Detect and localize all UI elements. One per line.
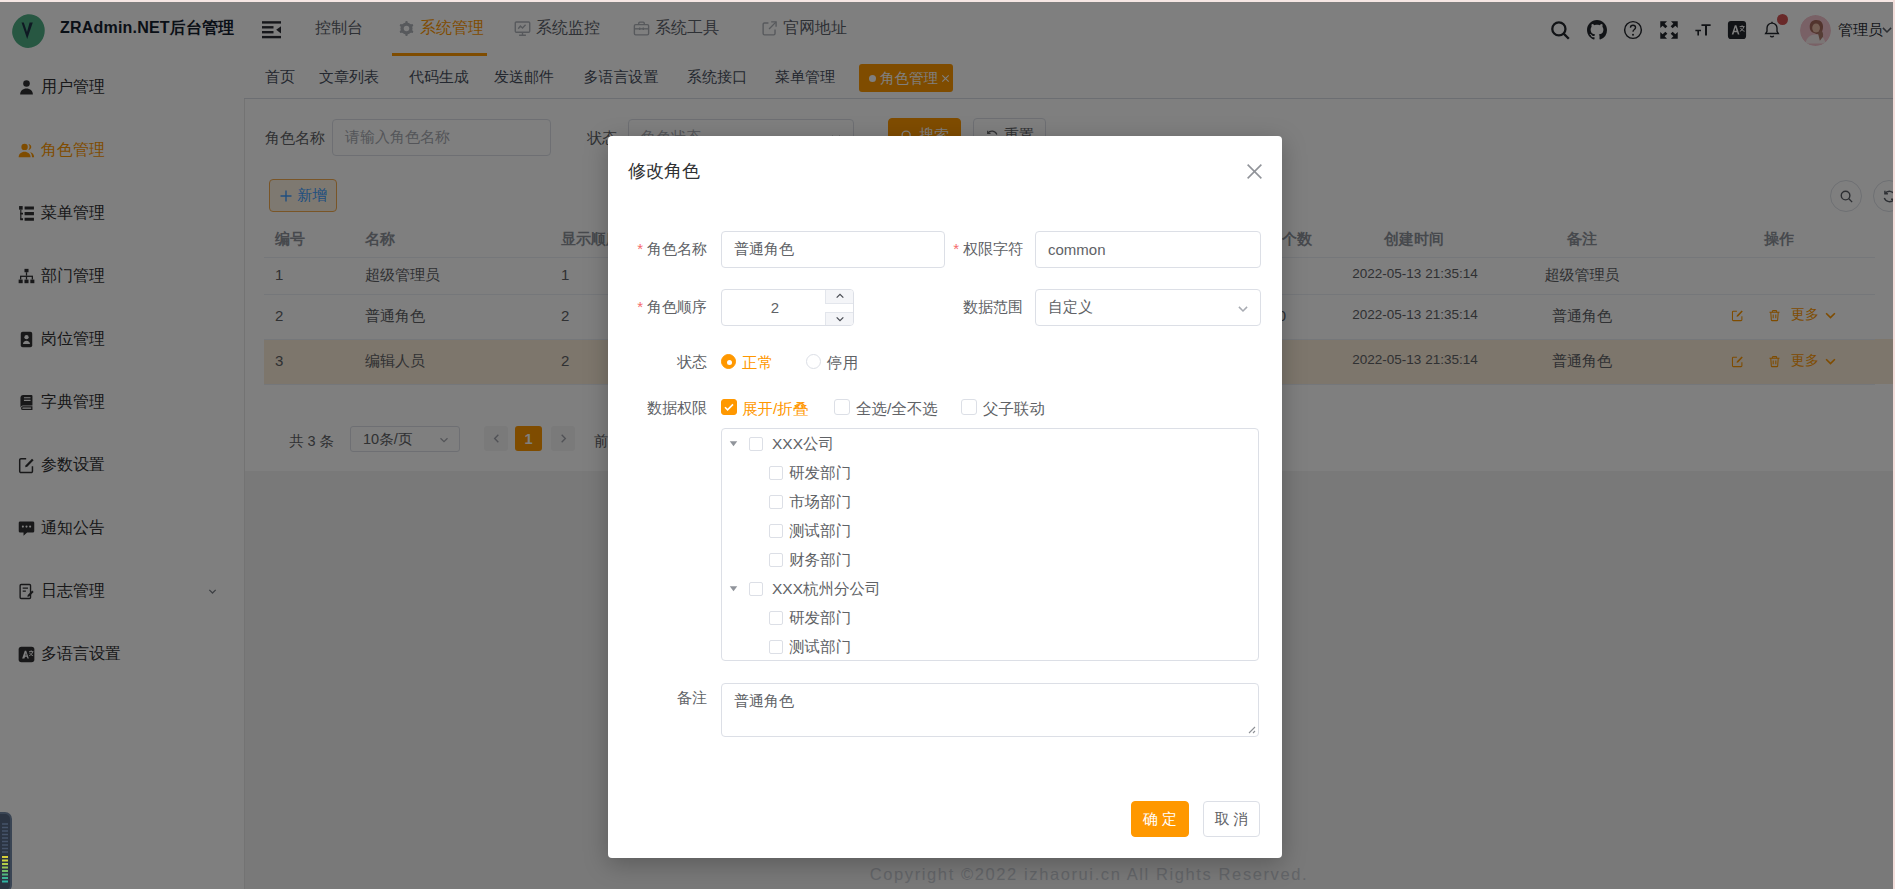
devtools-corner-widget[interactable] [0, 812, 12, 889]
role-key-label: *权限字符 [908, 240, 1023, 259]
dept-tree: XXX公司 研发部门 市场部门 测试部门 财务部门 XXX杭州分公司 研发部门 [721, 428, 1259, 661]
confirm-button[interactable]: 确定 [1131, 801, 1189, 837]
stepper-up-button[interactable] [825, 290, 853, 304]
tree-checkbox[interactable] [769, 553, 783, 567]
role-sort-value: 2 [722, 290, 828, 325]
chevron-down-icon [1236, 302, 1250, 316]
tree-node[interactable]: 财务部门 [722, 545, 1258, 574]
dialog-title: 修改角色 [628, 159, 700, 183]
tree-checkbox[interactable] [769, 466, 783, 480]
data-scope-select[interactable]: 自定义 [1035, 289, 1261, 326]
cancel-button[interactable]: 取消 [1203, 801, 1260, 837]
parent-child-checkbox[interactable] [961, 399, 977, 415]
data-perm-label: 数据权限 [608, 399, 707, 418]
status-normal-radio[interactable] [721, 354, 736, 369]
tree-node[interactable]: 研发部门 [722, 458, 1258, 487]
tree-expand-caret-icon[interactable] [729, 439, 738, 448]
status-disabled-label[interactable]: 停用 [827, 353, 858, 374]
tree-checkbox[interactable] [769, 611, 783, 625]
stepper-down-button[interactable] [825, 312, 853, 326]
status-normal-label[interactable]: 正常 [742, 353, 773, 374]
tree-checkbox[interactable] [749, 437, 763, 451]
tree-checkbox[interactable] [769, 640, 783, 654]
expand-collapse-checkbox[interactable] [721, 399, 737, 415]
tree-node[interactable]: XXX公司 [722, 429, 1258, 458]
parent-child-label[interactable]: 父子联动 [983, 399, 1045, 420]
remark-label: 备注 [608, 689, 707, 708]
tree-node[interactable]: 市场部门 [722, 487, 1258, 516]
tree-node[interactable]: 测试部门 [722, 632, 1258, 661]
select-all-checkbox[interactable] [834, 399, 850, 415]
role-name-label: *角色名称 [608, 240, 707, 259]
tree-checkbox[interactable] [749, 582, 763, 596]
data-scope-label: 数据范围 [908, 298, 1023, 317]
remark-textarea[interactable]: 普通角色 [721, 683, 1259, 737]
select-all-label[interactable]: 全选/全不选 [856, 399, 938, 420]
data-scope-value: 自定义 [1048, 298, 1093, 317]
edit-role-dialog: 修改角色 *角色名称 普通角色 *权限字符 common *角色顺序 2 数据范… [608, 136, 1282, 858]
tree-node[interactable]: XXX杭州分公司 [722, 574, 1258, 603]
required-mark: * [953, 240, 959, 257]
remark-value: 普通角色 [734, 692, 794, 711]
role-name-value: 普通角色 [734, 240, 794, 259]
screen: ZRAdmin.NET后台管理 用户管理 角色管理 菜单管理 部门管理 岗位管理… [0, 0, 1895, 889]
tree-checkbox[interactable] [769, 524, 783, 538]
tree-expand-caret-icon[interactable] [729, 584, 738, 593]
role-key-input[interactable]: common [1035, 231, 1261, 268]
status-label: 状态 [608, 353, 707, 372]
required-mark: * [637, 240, 643, 257]
expand-collapse-label[interactable]: 展开/折叠 [742, 399, 808, 420]
status-disabled-radio[interactable] [806, 354, 821, 369]
tree-node[interactable]: 测试部门 [722, 516, 1258, 545]
role-key-value: common [1048, 241, 1106, 258]
tree-node[interactable]: 研发部门 [722, 603, 1258, 632]
close-dialog-icon[interactable] [1245, 162, 1264, 181]
role-sort-label: *角色顺序 [608, 298, 707, 317]
required-mark: * [637, 298, 643, 315]
role-sort-stepper[interactable]: 2 [721, 289, 854, 326]
tree-checkbox[interactable] [769, 495, 783, 509]
resize-handle-icon[interactable] [1246, 724, 1256, 734]
window-top-edge [0, 0, 1895, 2]
